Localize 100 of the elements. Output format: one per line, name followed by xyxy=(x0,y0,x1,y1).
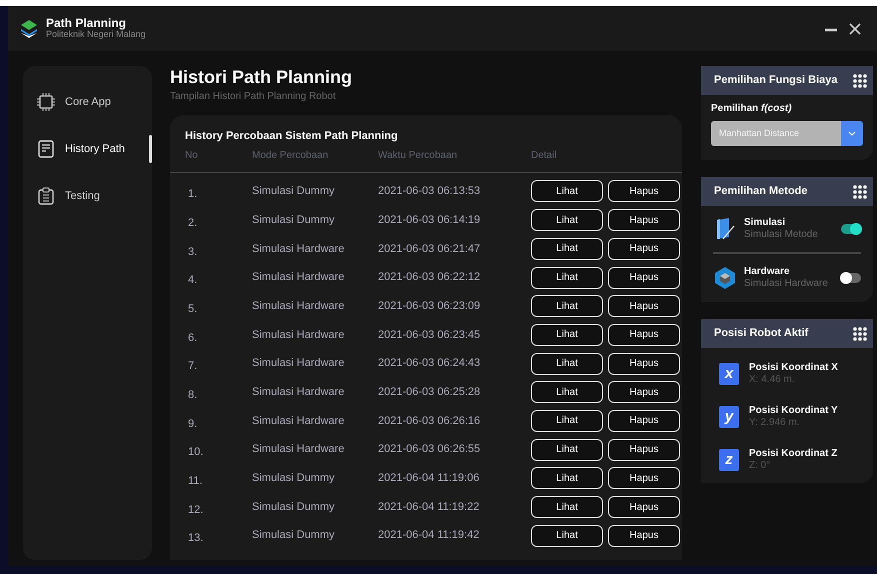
table-cell-text: 2021-06-03 06:21:47 xyxy=(378,242,482,257)
sidebar-item[interactable]: History Path xyxy=(23,135,152,163)
table-cell-text: 12. xyxy=(187,502,204,518)
table-cell-text: 2021-06-03 06:14:19 xyxy=(378,212,482,228)
table-cell-text: 1. xyxy=(187,187,198,202)
table-cell-text: 2021-06-04 11:19:22 xyxy=(378,500,480,515)
delete-button[interactable]: Hapus xyxy=(608,209,680,232)
document-icon xyxy=(37,140,55,158)
coordinate-title: Posisi Koordinat X xyxy=(749,362,838,374)
delete-button[interactable]: Hapus xyxy=(608,180,680,202)
coordinate-title: Posisi Koordinat Z xyxy=(749,448,838,460)
app-title: Path Planning xyxy=(46,16,128,30)
table-cell-text: 9. xyxy=(187,416,198,432)
view-button[interactable]: Lihat xyxy=(531,295,603,318)
table-cell-text: Simulasi Dummy xyxy=(252,471,336,486)
delete-button[interactable]: Hapus xyxy=(608,496,680,518)
delete-button[interactable]: Hapus xyxy=(608,438,680,461)
table-cell-text: 8. xyxy=(187,388,198,403)
axis-badge: y xyxy=(719,406,739,428)
chip-icon xyxy=(37,93,55,111)
table-cell-text: 2021-06-04 11:19:06 xyxy=(378,471,480,486)
chevron-down-icon xyxy=(848,131,856,136)
view-button[interactable]: Lihat xyxy=(531,381,603,404)
toggle-switch[interactable] xyxy=(841,273,861,283)
table-cell-text: 13. xyxy=(187,531,204,546)
delete-button[interactable]: Hapus xyxy=(608,467,680,490)
table-cell-text: Simulasi Hardware xyxy=(252,242,346,257)
table-cell-text: 11. xyxy=(187,474,204,490)
table-cell-text: Simulasi Dummy xyxy=(252,500,336,515)
table-cell-text: Simulasi Dummy xyxy=(252,528,336,544)
table-cell-text: Simulasi Hardware xyxy=(252,298,346,314)
view-button[interactable]: Lihat xyxy=(531,352,603,375)
layers-logo-icon xyxy=(20,18,38,38)
table-cell-text: Simulasi Hardware xyxy=(252,356,346,372)
table-cell-text: 2021-06-04 11:19:42 xyxy=(378,528,480,544)
toggle-switch[interactable] xyxy=(841,224,861,234)
table-cell-text: 2021-06-03 06:23:09 xyxy=(378,298,482,314)
table-cell-text: Simulasi Dummy xyxy=(252,184,336,200)
field-label: Pemilihan f(cost) xyxy=(710,102,793,116)
coordinate-value: Y: 2.946 m. xyxy=(749,416,801,428)
coordinate-value: Z: 0° xyxy=(749,460,772,472)
axis-badge: z xyxy=(719,448,739,470)
cube-icon xyxy=(714,266,736,290)
table-cell-text: 2021-06-03 06:26:55 xyxy=(378,442,482,458)
coordinate-value: X: 4.46 m. xyxy=(749,374,796,386)
table-cell-text: 2021-06-03 06:24:43 xyxy=(378,356,482,372)
method-name: Simulasi xyxy=(744,217,786,229)
method-name: Hardware xyxy=(744,266,791,278)
axis-badge: x xyxy=(719,362,739,384)
table-cell-text: 6. xyxy=(187,330,198,346)
table-title: History Percobaan Sistem Path Planning xyxy=(184,128,399,144)
table-cell-text: 7. xyxy=(187,359,198,374)
grid-dots-icon xyxy=(853,74,867,88)
close-icon[interactable] xyxy=(849,22,861,34)
column-header: No xyxy=(185,149,199,164)
view-button[interactable]: Lihat xyxy=(531,324,603,346)
table-cell-text: Simulasi Hardware xyxy=(252,414,346,429)
delete-button[interactable]: Hapus xyxy=(608,352,680,375)
sidebar-item[interactable]: Core App xyxy=(23,88,152,116)
view-button[interactable]: Lihat xyxy=(531,496,603,518)
view-button[interactable]: Lihat xyxy=(531,266,603,288)
delete-button[interactable]: Hapus xyxy=(608,524,680,547)
column-header: Mode Percobaan xyxy=(252,149,330,164)
active-indicator xyxy=(149,135,152,163)
book-icon xyxy=(714,217,736,241)
method-description: Simulasi Hardware xyxy=(744,278,828,290)
view-button[interactable]: Lihat xyxy=(531,438,603,461)
table-cell-text: 2021-06-03 06:22:12 xyxy=(378,270,482,286)
app-subtitle: Politeknik Negeri Malang xyxy=(46,30,146,40)
delete-button[interactable]: Hapus xyxy=(608,410,680,432)
table-cell-text: Simulasi Dummy xyxy=(252,212,336,228)
table-cell-text: 2. xyxy=(187,216,198,231)
table-cell-text: Simulasi Hardware xyxy=(252,270,346,286)
table-cell-text: 4. xyxy=(187,273,198,288)
table-cell-text: Simulasi Hardware xyxy=(252,328,346,343)
view-button[interactable]: Lihat xyxy=(531,180,603,202)
view-button[interactable]: Lihat xyxy=(531,209,603,232)
table-cell-text: 5. xyxy=(187,302,198,317)
delete-button[interactable]: Hapus xyxy=(608,266,680,288)
table-cell-text: 2021-06-03 06:26:16 xyxy=(378,414,482,429)
column-header: Detail xyxy=(531,149,558,164)
delete-button[interactable]: Hapus xyxy=(608,238,680,260)
view-button[interactable]: Lihat xyxy=(531,410,603,432)
coordinate-title: Posisi Koordinat Y xyxy=(749,404,838,416)
panel-title: Posisi Robot Aktif xyxy=(714,326,808,342)
clipboard-icon xyxy=(37,187,55,205)
table-cell-text: 3. xyxy=(187,244,198,260)
delete-button[interactable]: Hapus xyxy=(608,381,680,404)
table-cell-text: 2021-06-03 06:25:28 xyxy=(378,385,482,400)
column-header: Waktu Percobaan xyxy=(378,149,458,164)
table-cell-text: Simulasi Hardware xyxy=(252,385,346,400)
sidebar-item[interactable]: Testing xyxy=(23,182,152,210)
delete-button[interactable]: Hapus xyxy=(608,324,680,346)
view-button[interactable]: Lihat xyxy=(531,524,603,547)
view-button[interactable]: Lihat xyxy=(531,238,603,260)
page-title: Histori Path Planning xyxy=(170,67,354,89)
view-button[interactable]: Lihat xyxy=(531,467,603,490)
table-cell-text: 2021-06-03 06:23:45 xyxy=(378,328,482,343)
delete-button[interactable]: Hapus xyxy=(608,295,680,318)
page-subtitle: Tampilan Histori Path Planning Robot xyxy=(170,90,337,104)
